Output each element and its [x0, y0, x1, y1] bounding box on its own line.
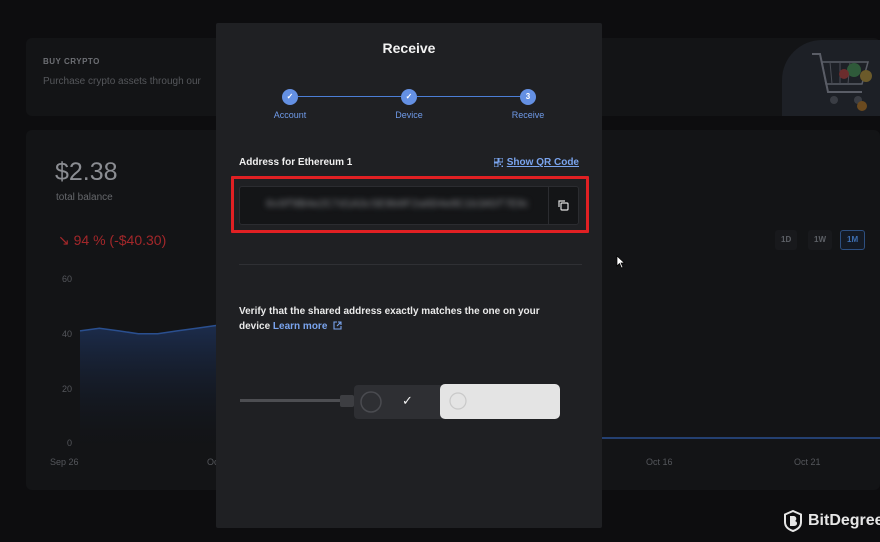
- step-receive-number: 3: [520, 89, 536, 105]
- step-device-label: Device: [395, 110, 423, 120]
- chart-area-fill: [80, 325, 216, 443]
- show-qr-code-label: Show QR Code: [506, 157, 579, 168]
- show-qr-code-link[interactable]: Show QR Code: [493, 157, 579, 168]
- address-highlight-frame: [231, 176, 589, 233]
- bitdegree-watermark: BitDegree: [783, 510, 880, 532]
- device-check-icon: ✓: [402, 393, 413, 408]
- step-account-check-icon: ✓: [282, 89, 298, 105]
- step-receive-label: Receive: [511, 110, 545, 120]
- verify-instructions: Verify that the shared address exactly m…: [239, 304, 569, 334]
- bitdegree-logo-icon: [784, 510, 802, 532]
- modal-title: Receive: [382, 40, 436, 56]
- learn-more-link[interactable]: Learn more: [273, 321, 342, 332]
- external-link-icon: [333, 321, 342, 330]
- receive-modal: Receive ✓ ✓ 3 Account Device Receive Add…: [216, 23, 602, 528]
- learn-more-label: Learn more: [272, 321, 328, 332]
- qr-code-icon: [493, 158, 503, 167]
- step-account-label: Account: [273, 110, 307, 120]
- ledger-device-illustration: ✓: [240, 381, 570, 423]
- brand-name: BitDegree: [808, 512, 880, 529]
- step-device-check-icon: ✓: [401, 89, 417, 105]
- mouse-cursor-icon: [616, 255, 626, 269]
- section-divider: [239, 264, 582, 265]
- address-label: Address for Ethereum 1: [239, 157, 353, 168]
